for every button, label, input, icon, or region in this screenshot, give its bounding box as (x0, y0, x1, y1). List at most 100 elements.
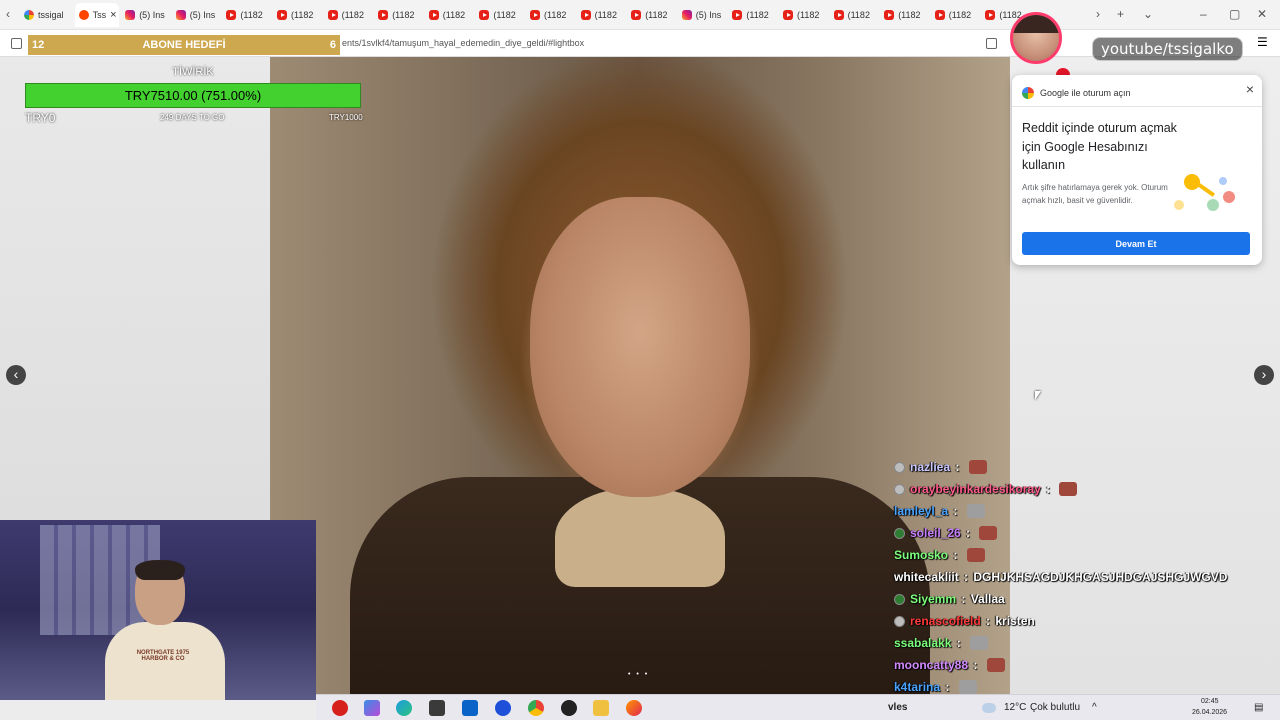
maximize-icon[interactable]: ▢ (1229, 7, 1240, 21)
chat-emote-icon (966, 548, 985, 562)
chat-message: lamleyl_a : (894, 500, 1254, 522)
chat-separator: : (950, 504, 961, 518)
webcam-person: NORTHGATE 1975 HARBOR & CO (105, 560, 225, 700)
browser-tab-label: (5) Ins (695, 10, 722, 20)
browser-tab[interactable]: (1182 (732, 3, 776, 27)
youtube-icon (934, 10, 945, 20)
chrome-icon[interactable] (528, 700, 544, 716)
browser-tab[interactable]: (5) Ins (125, 3, 169, 27)
file-explorer-icon[interactable] (593, 700, 609, 716)
donation-max: TRY1000 (329, 113, 363, 122)
browser-tab[interactable]: (1182 (783, 3, 827, 27)
browser-tab[interactable]: (5) Ins (175, 3, 220, 27)
chat-emote-icon (970, 636, 989, 650)
next-image-button[interactable]: › (1254, 365, 1274, 385)
browser-tab-label: (5) Ins (189, 10, 216, 20)
chat-partial-line: vles (888, 702, 908, 713)
tray-overflow-icon[interactable]: ^ (1092, 702, 1097, 713)
youtube-icon (783, 10, 793, 20)
edge-icon[interactable] (396, 700, 412, 716)
browser-tab-label: tssigal (38, 10, 64, 20)
weather-temperature[interactable]: 12°C (1004, 702, 1026, 713)
store-icon[interactable] (429, 700, 445, 716)
browser-tab[interactable]: (1182 (327, 3, 372, 27)
chat-text: Vallaa (970, 592, 1005, 606)
mail-icon[interactable] (462, 700, 478, 716)
youtube-icon (985, 10, 996, 20)
browser-tab[interactable]: Tss × (74, 3, 119, 27)
browser-tab[interactable]: tssigal (24, 3, 68, 27)
chat-username: lamleyl_a (894, 504, 949, 518)
tab-scroll-left-icon[interactable]: ‹ (6, 7, 10, 21)
youtube-icon (226, 10, 237, 20)
browser-tab[interactable]: (1182 (226, 3, 270, 27)
screenshot-icon[interactable] (986, 38, 997, 49)
sidebar-toggle-icon[interactable] (11, 38, 22, 49)
popup-divider (1012, 106, 1262, 107)
firefox-icon[interactable] (626, 700, 642, 716)
opera-icon[interactable] (332, 700, 348, 716)
carousel-dots[interactable]: • • • (628, 671, 649, 678)
minimize-icon[interactable]: – (1200, 7, 1207, 21)
popup-close-button[interactable]: × (1246, 82, 1254, 96)
webcam-feed: NORTHGATE 1975 HARBOR & CO (0, 520, 316, 700)
chat-message: nazliea : (894, 456, 1254, 478)
browser-tab[interactable]: (1182 (580, 3, 625, 27)
donation-amount: TRY7510.00 (751.00%) (124, 88, 262, 103)
instagram-icon (125, 10, 136, 20)
photo-face (530, 197, 750, 497)
windows-taskbar: vles 12°C Çok bulutlu ^ 02:45 26.04.2026… (316, 694, 1280, 720)
clock-date[interactable]: 26.04.2026 (1192, 709, 1227, 716)
chat-message: renascofield : kristen (894, 610, 1254, 632)
chat-separator: : (982, 614, 994, 628)
youtube-icon (479, 10, 490, 20)
browser-tab[interactable]: (1182 (884, 3, 928, 27)
window-close-icon[interactable]: ✕ (1257, 7, 1267, 21)
tab-scroll-right-icon[interactable]: › (1096, 7, 1100, 21)
chat-badge-icon (894, 527, 905, 539)
browser-tab[interactable]: (1182 (631, 3, 675, 27)
browser-tab-label: (1182 (291, 10, 314, 20)
donation-progress-bar: TRY7510.00 (751.00%) (25, 83, 361, 108)
photo-sweater (555, 487, 725, 587)
donation-days: 249 DAYS TO GO (160, 113, 225, 122)
url-text[interactable]: ents/1svlkf4/tamuşum_hayal_edemedin_diye… (342, 38, 584, 48)
app-icon[interactable] (495, 700, 511, 716)
copilot-icon[interactable] (364, 700, 380, 716)
weather-condition[interactable]: Çok bulutlu (1030, 702, 1080, 713)
instagram-icon (175, 10, 186, 20)
new-tab-icon[interactable]: + (1117, 7, 1124, 21)
browser-tab[interactable]: (1182 (934, 3, 979, 27)
clock-time[interactable]: 02:45 (1201, 698, 1219, 705)
browser-tab-label: (1182 (645, 10, 668, 20)
chat-message: whitecakliit : DGHJKHSAGDJKHGASJHDGAJSHG… (894, 566, 1254, 588)
browser-tab[interactable]: (1182 (428, 3, 473, 27)
notification-icon[interactable]: ▤ (1254, 702, 1263, 713)
obs-icon[interactable] (561, 700, 577, 716)
browser-tab[interactable]: (1182 (479, 3, 523, 27)
browser-tab[interactable]: (1182 (277, 3, 321, 27)
youtube-icon (884, 10, 895, 20)
chat-username: ssabalakk (894, 636, 952, 650)
browser-tab-label: (1182 (240, 10, 263, 20)
mouse-cursor-icon (1035, 391, 1041, 400)
prev-image-button[interactable]: ‹ (6, 365, 26, 385)
popup-description: Artık şifre hatırlamaya gerek yok. Oturu… (1022, 183, 1168, 205)
tab-close-icon[interactable]: × (110, 9, 116, 21)
chat-emote-icon (986, 658, 1005, 672)
tab-list-icon[interactable]: ⌄ (1143, 7, 1153, 21)
chat-badge-icon (894, 615, 905, 627)
chat-username: oraybeyinkardesikoray (910, 482, 1041, 496)
weather-icon[interactable] (982, 703, 996, 713)
browser-tab[interactable]: (5) Ins (681, 3, 726, 27)
continue-button[interactable]: Devam Et (1022, 232, 1250, 255)
chat-message: ssabalakk : (894, 632, 1254, 654)
browser-tab[interactable]: (1182 (530, 3, 574, 27)
browser-tab[interactable]: (1182 (378, 3, 422, 27)
chat-username: whitecakliit (894, 570, 959, 584)
youtube-icon (631, 10, 642, 20)
browser-tab-label: Tss (92, 10, 107, 20)
browser-tab[interactable]: (1182 (833, 3, 878, 27)
key-illustration-icon (1174, 174, 1235, 211)
menu-icon[interactable]: ☰ (1257, 35, 1268, 49)
